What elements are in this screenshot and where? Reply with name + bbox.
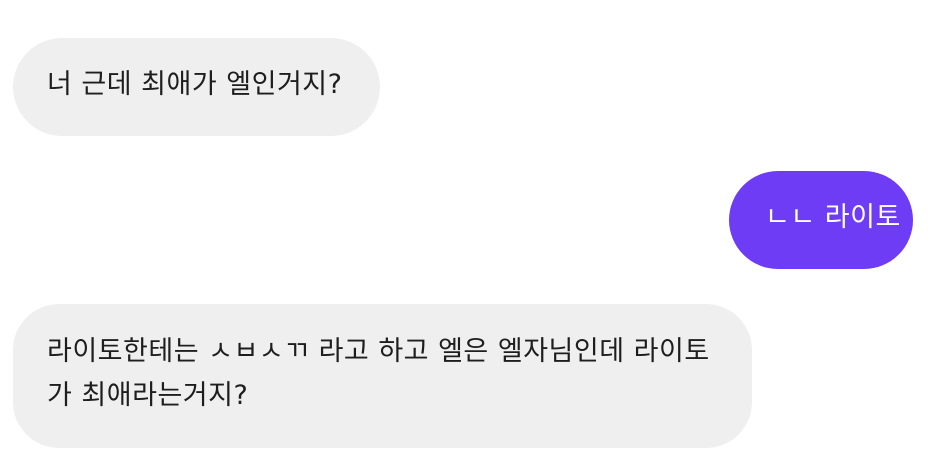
chat-thread: 너 근데 최애가 엘인거지? ㄴㄴ 라이토 라이토한테는 ㅅㅂㅅㄲ 라고 하고 … [0, 0, 935, 464]
message-text: ㄴㄴ 라이토 [765, 202, 901, 233]
incoming-message-bubble[interactable]: 너 근데 최애가 엘인거지? [13, 38, 380, 136]
message-text: 라이토한테는 ㅅㅂㅅㄲ 라고 하고 엘은 엘자님인데 라이토가 최애라는거지? [47, 336, 710, 411]
message-text: 너 근데 최애가 엘인거지? [47, 69, 343, 100]
incoming-message-bubble[interactable]: 라이토한테는 ㅅㅂㅅㄲ 라고 하고 엘은 엘자님인데 라이토가 최애라는거지? [13, 304, 752, 448]
outgoing-message-bubble[interactable]: ㄴㄴ 라이토 [729, 171, 913, 269]
